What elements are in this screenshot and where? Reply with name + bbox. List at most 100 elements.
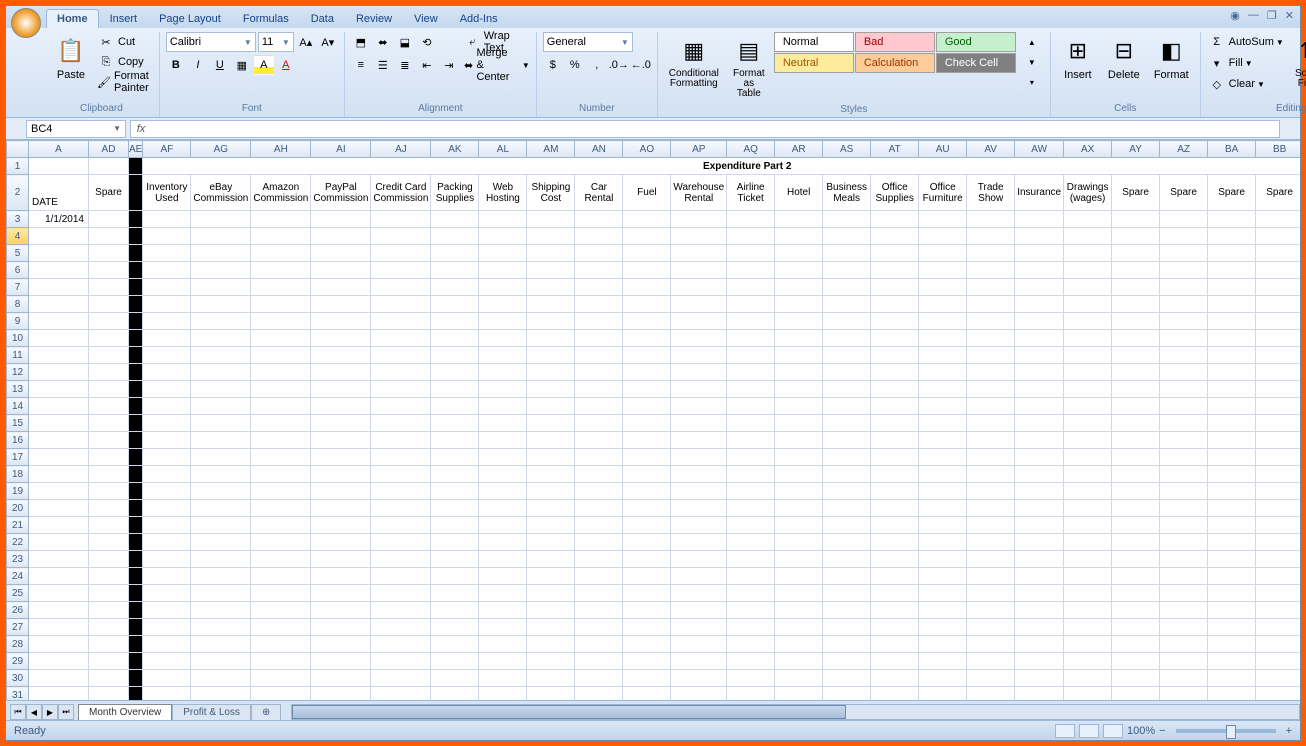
data-cell[interactable] bbox=[1015, 466, 1064, 483]
data-cell[interactable] bbox=[919, 653, 967, 670]
data-cell[interactable] bbox=[1256, 500, 1300, 517]
merge-title-cell[interactable]: Expenditure Part 2 bbox=[143, 158, 1300, 175]
data-cell[interactable] bbox=[371, 483, 431, 500]
data-cell[interactable] bbox=[479, 296, 527, 313]
data-cell[interactable] bbox=[527, 347, 575, 364]
header-cell[interactable]: Inventory Used bbox=[143, 175, 191, 211]
data-cell[interactable] bbox=[727, 364, 775, 381]
data-cell[interactable] bbox=[823, 347, 871, 364]
data-cell[interactable] bbox=[191, 687, 251, 701]
page-break-view-button[interactable] bbox=[1103, 724, 1123, 738]
data-cell[interactable] bbox=[311, 245, 371, 262]
data-cell[interactable] bbox=[29, 534, 89, 551]
data-cell[interactable] bbox=[1256, 551, 1300, 568]
data-cell[interactable] bbox=[1160, 330, 1208, 347]
data-cell[interactable] bbox=[871, 568, 919, 585]
spreadsheet-grid[interactable]: AADAEAFAGAHAIAJAKALAMANAOAPAQARASATAUAVA… bbox=[6, 140, 1300, 700]
data-cell[interactable] bbox=[1015, 483, 1064, 500]
data-cell[interactable] bbox=[431, 347, 479, 364]
cut-icon[interactable]: ✂ bbox=[96, 32, 116, 52]
data-cell[interactable] bbox=[823, 602, 871, 619]
data-cell[interactable] bbox=[1256, 534, 1300, 551]
column-header[interactable]: AE bbox=[129, 141, 143, 158]
align-top-icon[interactable]: ⬒ bbox=[351, 32, 371, 52]
data-cell[interactable] bbox=[919, 619, 967, 636]
data-cell[interactable] bbox=[29, 466, 89, 483]
data-cell[interactable] bbox=[1015, 551, 1064, 568]
data-cell[interactable] bbox=[1112, 534, 1160, 551]
style-check-cell[interactable]: Check Cell bbox=[936, 53, 1016, 73]
data-cell[interactable] bbox=[775, 296, 823, 313]
data-cell[interactable] bbox=[727, 313, 775, 330]
data-cell[interactable] bbox=[311, 262, 371, 279]
data-cell[interactable] bbox=[967, 449, 1015, 466]
data-cell[interactable] bbox=[967, 483, 1015, 500]
data-cell[interactable] bbox=[727, 296, 775, 313]
data-cell[interactable] bbox=[1256, 364, 1300, 381]
data-cell[interactable] bbox=[1015, 534, 1064, 551]
data-cell[interactable] bbox=[1208, 245, 1256, 262]
data-cell[interactable] bbox=[371, 245, 431, 262]
data-cell[interactable] bbox=[251, 381, 311, 398]
data-cell[interactable] bbox=[623, 517, 671, 534]
data-cell[interactable] bbox=[967, 313, 1015, 330]
data-cell[interactable] bbox=[431, 636, 479, 653]
underline-button[interactable]: U bbox=[210, 55, 230, 75]
data-cell[interactable] bbox=[191, 466, 251, 483]
data-cell[interactable] bbox=[527, 398, 575, 415]
data-cell[interactable] bbox=[251, 364, 311, 381]
header-cell[interactable]: Fuel bbox=[623, 175, 671, 211]
data-cell[interactable] bbox=[1015, 619, 1064, 636]
row-header[interactable]: 7 bbox=[7, 279, 29, 296]
data-cell[interactable] bbox=[191, 653, 251, 670]
header-cell[interactable]: Insurance bbox=[1015, 175, 1064, 211]
data-cell[interactable] bbox=[527, 619, 575, 636]
sort-filter-button[interactable]: ⇅Sort & Filter bbox=[1288, 32, 1306, 92]
data-cell[interactable] bbox=[919, 602, 967, 619]
data-cell[interactable] bbox=[479, 262, 527, 279]
data-cell[interactable] bbox=[371, 585, 431, 602]
insert-cells-button[interactable]: ⊞Insert bbox=[1057, 32, 1099, 84]
data-cell[interactable] bbox=[431, 432, 479, 449]
row-header[interactable]: 23 bbox=[7, 551, 29, 568]
data-cell[interactable] bbox=[371, 398, 431, 415]
select-all-button[interactable] bbox=[7, 141, 29, 158]
data-cell[interactable] bbox=[479, 415, 527, 432]
data-cell[interactable] bbox=[431, 551, 479, 568]
data-cell[interactable] bbox=[871, 602, 919, 619]
data-cell[interactable] bbox=[191, 381, 251, 398]
conditional-formatting-button[interactable]: ▦Conditional Formatting bbox=[664, 32, 724, 92]
comma-icon[interactable]: , bbox=[587, 55, 607, 75]
data-cell[interactable] bbox=[919, 483, 967, 500]
data-cell[interactable] bbox=[919, 364, 967, 381]
data-cell[interactable] bbox=[527, 364, 575, 381]
data-cell[interactable] bbox=[1015, 636, 1064, 653]
sheet-tab[interactable]: Month Overview bbox=[78, 704, 172, 720]
data-cell[interactable] bbox=[89, 381, 129, 398]
data-cell[interactable] bbox=[251, 313, 311, 330]
data-cell[interactable] bbox=[823, 330, 871, 347]
data-cell[interactable] bbox=[727, 551, 775, 568]
font-name-combo[interactable]: Calibri▼ bbox=[166, 32, 256, 52]
data-cell[interactable] bbox=[1256, 432, 1300, 449]
data-cell[interactable] bbox=[871, 500, 919, 517]
data-cell[interactable] bbox=[727, 534, 775, 551]
data-cell[interactable] bbox=[967, 534, 1015, 551]
style-normal[interactable]: Normal bbox=[774, 32, 854, 52]
data-cell[interactable] bbox=[311, 619, 371, 636]
tab-home[interactable]: Home bbox=[46, 9, 99, 28]
data-cell[interactable] bbox=[871, 517, 919, 534]
data-cell[interactable] bbox=[1015, 585, 1064, 602]
data-cell[interactable] bbox=[575, 636, 623, 653]
data-cell[interactable] bbox=[89, 398, 129, 415]
data-cell[interactable] bbox=[89, 330, 129, 347]
data-cell[interactable] bbox=[823, 245, 871, 262]
data-cell[interactable] bbox=[89, 653, 129, 670]
data-cell[interactable] bbox=[431, 381, 479, 398]
data-cell[interactable] bbox=[479, 534, 527, 551]
data-cell[interactable] bbox=[251, 296, 311, 313]
data-cell[interactable] bbox=[371, 466, 431, 483]
data-cell[interactable] bbox=[191, 619, 251, 636]
data-cell[interactable] bbox=[967, 245, 1015, 262]
data-cell[interactable] bbox=[311, 500, 371, 517]
